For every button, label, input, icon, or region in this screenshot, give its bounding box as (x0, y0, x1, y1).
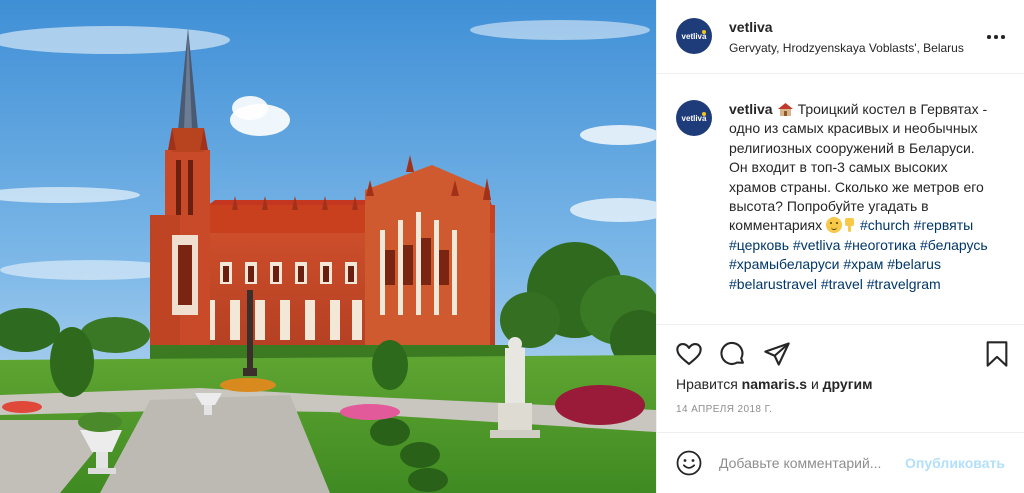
share-button[interactable] (763, 340, 791, 368)
post-photo[interactable] (0, 0, 656, 493)
likes-connector: и (810, 376, 819, 392)
more-options-button[interactable] (987, 26, 1007, 46)
hashtag-link[interactable]: #церковь (729, 237, 789, 253)
hashtag-link[interactable]: #vetliva (793, 237, 840, 253)
emoji-picker-button[interactable] (675, 449, 703, 477)
more-horizontal-icon-dot (994, 35, 998, 39)
heart-icon (676, 343, 702, 365)
post-details-panel: vetliva vetliva Gervyaty, Hrodzyenskaya … (656, 0, 1024, 493)
pointing-down-hand-emoji (844, 218, 854, 233)
save-button[interactable] (983, 340, 1011, 368)
bookmark-icon (986, 341, 1008, 367)
smiley-icon (676, 450, 702, 476)
like-button[interactable] (675, 340, 703, 368)
likes-others-link[interactable]: другим (823, 376, 873, 392)
hashtag-link[interactable]: #храмыбеларуси (729, 256, 839, 272)
more-horizontal-icon (987, 35, 991, 39)
post-header: vetliva vetliva Gervyaty, Hrodzyenskaya … (657, 0, 1024, 74)
post-caption: vetliva Троицкий костел в Гервятах - одно… (729, 100, 991, 294)
hashtag-link[interactable]: #belarustravel (729, 276, 817, 292)
house-emoji (777, 103, 793, 116)
hashtag-link[interactable]: #храм (843, 256, 883, 272)
likes-prefix: Нравится (676, 376, 738, 392)
author-avatar[interactable]: vetliva (676, 18, 712, 54)
caption-username[interactable]: vetliva (729, 101, 773, 117)
avatar-logo-star (702, 112, 706, 116)
hashtag-link[interactable]: #church (860, 217, 910, 233)
hashtag-link[interactable]: #travel (821, 276, 863, 292)
author-username[interactable]: vetliva (729, 19, 773, 35)
comment-button[interactable] (719, 340, 747, 368)
liker-username[interactable]: namaris.s (742, 376, 807, 392)
hashtag-link[interactable]: #travelgram (867, 276, 941, 292)
post-actions-bar (657, 326, 1024, 368)
hashtag-link[interactable]: #гервяты (914, 217, 974, 233)
church-photo-image (0, 0, 656, 493)
caption-avatar[interactable]: vetliva (676, 100, 712, 136)
likes-summary: Нравится namaris.s и другим (676, 376, 873, 392)
caption-area: vetliva vetliva Троицкий костел в Гервята… (657, 75, 1024, 325)
smiling-face-emoji (825, 217, 842, 234)
avatar-logo-star (702, 30, 706, 34)
publish-button[interactable]: Опубликовать (905, 455, 1005, 471)
comment-input[interactable] (719, 452, 901, 474)
hashtag-link[interactable]: #belarus (887, 256, 941, 272)
post-date[interactable]: 14 АПРЕЛЯ 2018 Г. (676, 404, 772, 415)
caption-text: Троицкий костел в Гервятах - одно из сам… (729, 101, 988, 234)
more-horizontal-icon-dot (1001, 35, 1005, 39)
hashtag-link[interactable]: #беларусь (920, 237, 988, 253)
comment-bar: Опубликовать (657, 432, 1024, 493)
share-icon (764, 342, 790, 366)
comment-icon (720, 341, 744, 365)
post-location[interactable]: Gervyaty, Hrodzyenskaya Voblasts', Belar… (729, 41, 964, 55)
hashtag-link[interactable]: #неоготика (844, 237, 916, 253)
